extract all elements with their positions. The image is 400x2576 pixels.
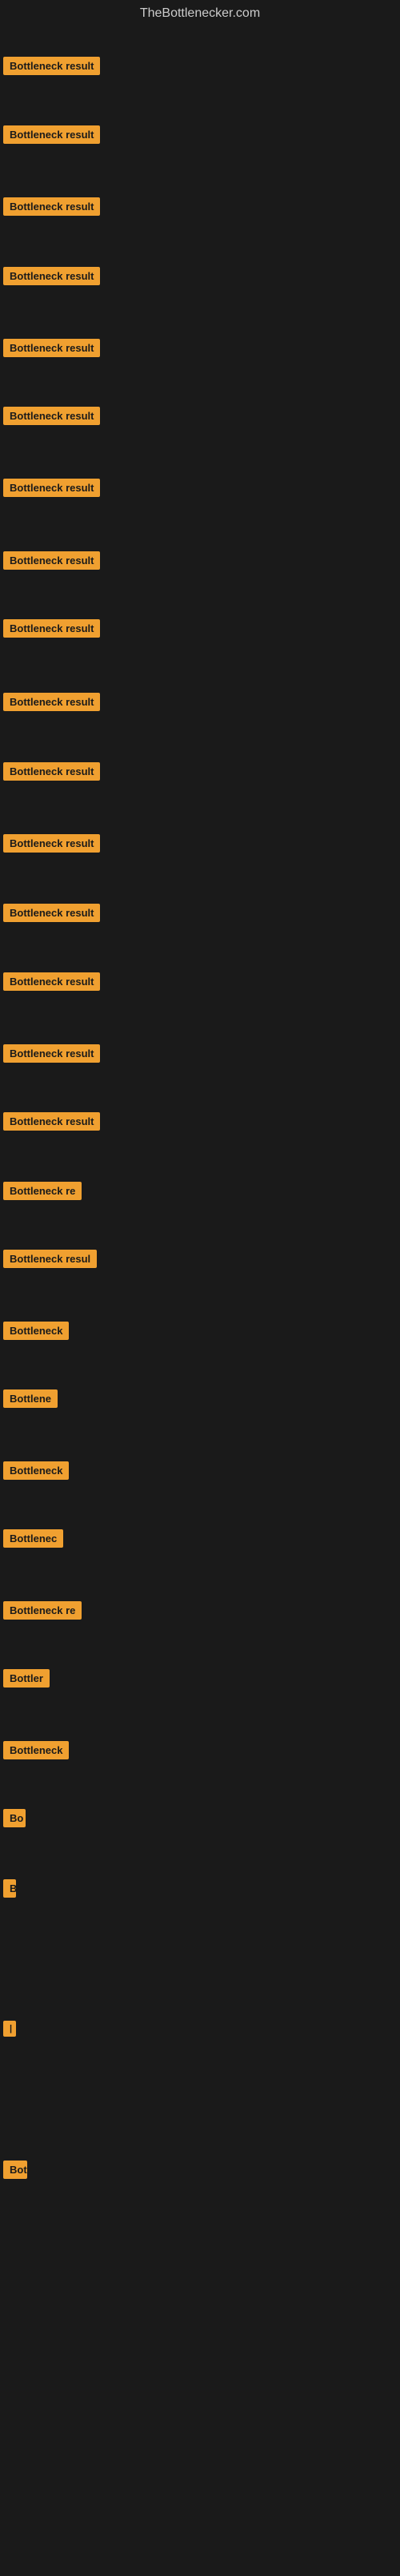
bottleneck-item: Bottleneck result	[3, 57, 100, 79]
bottleneck-item: Bottleneck result	[3, 1112, 100, 1135]
bottleneck-item: Bottleneck result	[3, 125, 100, 148]
bottleneck-badge: Bottleneck result	[3, 57, 100, 75]
bottleneck-item: Bottleneck result	[3, 339, 100, 361]
bottleneck-badge: Bottleneck	[3, 1741, 69, 1759]
bottleneck-item: Bo	[3, 1809, 26, 1831]
bottleneck-item: Bottleneck result	[3, 1044, 100, 1067]
bottleneck-badge: Bottlenec	[3, 1529, 63, 1548]
bottleneck-item: Bottler	[3, 1669, 50, 1691]
bottleneck-badge: Bottleneck result	[3, 267, 100, 285]
bottleneck-badge: Bottleneck re	[3, 1601, 82, 1620]
bottleneck-badge: Bottleneck result	[3, 551, 100, 570]
bottleneck-badge: Bottleneck result	[3, 972, 100, 991]
bottleneck-item: Bottleneck result	[3, 479, 100, 501]
bottleneck-badge: Bottlene	[3, 1389, 58, 1408]
bottleneck-badge: Bottleneck result	[3, 197, 100, 216]
bottleneck-item: Bottleneck	[3, 1741, 69, 1763]
bottleneck-badge: Bot	[3, 2161, 27, 2179]
bottleneck-item: Bot	[3, 2161, 27, 2183]
bottleneck-item: Bottleneck result	[3, 619, 100, 642]
bottleneck-item: Bottlenec	[3, 1529, 63, 1552]
bottleneck-badge: Bottleneck re	[3, 1182, 82, 1200]
bottleneck-item: Bottleneck result	[3, 267, 100, 289]
bottleneck-item: B	[3, 1879, 16, 1902]
bottleneck-badge: Bottleneck result	[3, 834, 100, 853]
bottleneck-item: Bottleneck resul	[3, 1250, 97, 1272]
bottleneck-badge: Bottleneck result	[3, 1112, 100, 1131]
bottleneck-badge: Bottleneck result	[3, 762, 100, 781]
bottleneck-badge: Bottleneck result	[3, 1044, 100, 1063]
bottleneck-badge-tiny: |	[3, 2021, 16, 2037]
bottleneck-badge: Bottleneck resul	[3, 1250, 97, 1268]
bottleneck-item: Bottleneck	[3, 1322, 69, 1344]
bottleneck-item-tiny: |	[3, 2021, 16, 2041]
bottleneck-item: Bottleneck result	[3, 407, 100, 429]
bottleneck-item: Bottleneck result	[3, 834, 100, 857]
bottleneck-item: Bottleneck re	[3, 1601, 82, 1624]
bottleneck-badge: Bottler	[3, 1669, 50, 1688]
bottleneck-item: Bottlene	[3, 1389, 58, 1412]
site-title: TheBottlenecker.com	[0, 0, 400, 27]
bottleneck-badge: Bottleneck result	[3, 619, 100, 638]
bottleneck-badge: Bottleneck	[3, 1322, 69, 1340]
bottleneck-badge: Bottleneck result	[3, 904, 100, 922]
bottleneck-item: Bottleneck result	[3, 762, 100, 785]
bottleneck-badge: Bottleneck result	[3, 693, 100, 711]
bottleneck-item: Bottleneck result	[3, 904, 100, 926]
bottleneck-item: Bottleneck result	[3, 693, 100, 715]
bottleneck-item: Bottleneck re	[3, 1182, 82, 1204]
bottleneck-badge: Bottleneck result	[3, 339, 100, 357]
bottleneck-item: Bottleneck result	[3, 551, 100, 574]
bottleneck-item: Bottleneck	[3, 1461, 69, 1484]
bottleneck-badge: Bo	[3, 1809, 26, 1827]
bottleneck-badge: Bottleneck result	[3, 479, 100, 497]
bottleneck-badge: Bottleneck result	[3, 125, 100, 144]
bottleneck-badge: Bottleneck result	[3, 407, 100, 425]
bottleneck-badge: B	[3, 1879, 16, 1898]
bottleneck-item: Bottleneck result	[3, 197, 100, 220]
bottleneck-badge: Bottleneck	[3, 1461, 69, 1480]
bottleneck-item: Bottleneck result	[3, 972, 100, 995]
